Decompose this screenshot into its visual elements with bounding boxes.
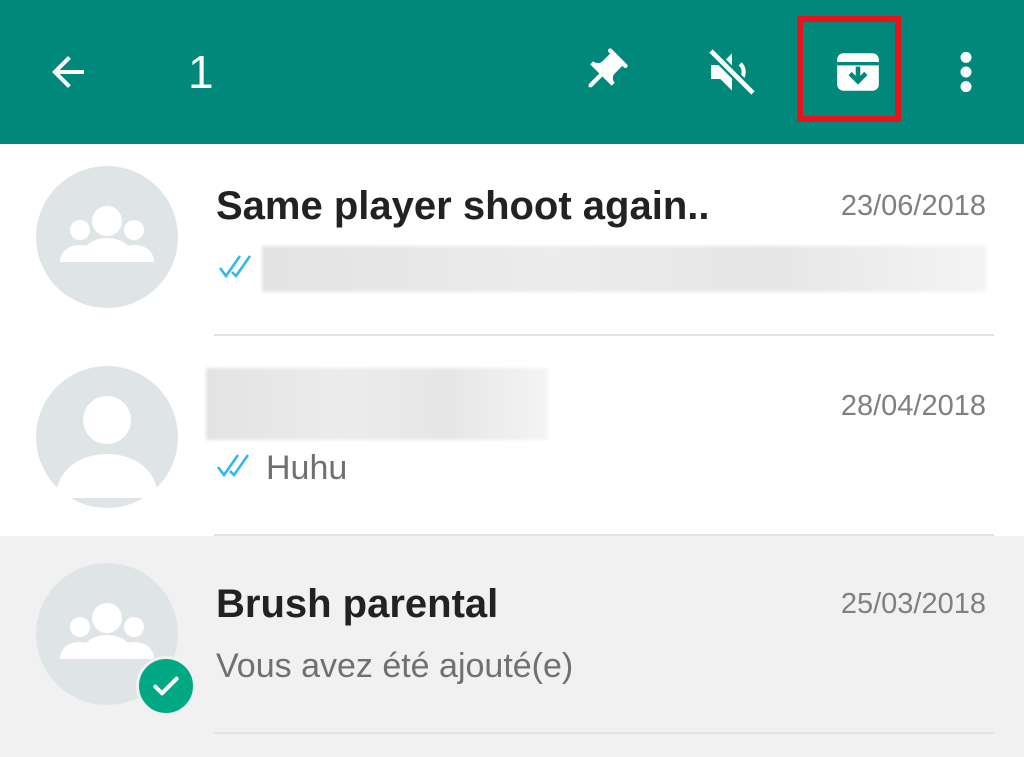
arrow-left-icon [52, 56, 84, 88]
chat-date: 28/04/2018 [840, 390, 986, 422]
more-vertical-icon [960, 51, 972, 93]
selected-count: 1 [188, 46, 214, 98]
selected-check-badge [136, 656, 196, 716]
chat-list-item[interactable]: Same player shoot again.. 23/06/2018 [0, 144, 1024, 344]
archive-button[interactable] [820, 38, 896, 106]
chat-date: 25/03/2018 [840, 588, 986, 620]
back-button[interactable] [30, 38, 106, 106]
double-check-icon [218, 252, 260, 285]
chat-preview-text: Vous avez été ajouté(e) [216, 647, 574, 685]
avatar [36, 366, 178, 508]
avatar [36, 166, 178, 308]
pin-button[interactable] [566, 38, 642, 106]
archive-icon [837, 53, 879, 91]
blurred-preview [262, 246, 986, 292]
row-divider [214, 334, 994, 336]
double-check-icon [216, 448, 258, 488]
chat-preview: Huhu [216, 448, 347, 488]
row-divider [214, 732, 994, 734]
selection-toolbar: 1 [0, 0, 1024, 144]
chat-name: Brush parental [216, 582, 499, 626]
person-icon [56, 396, 158, 498]
chat-name: Same player shoot again.. [216, 184, 710, 228]
blurred-chat-name [206, 368, 548, 440]
check-icon [153, 676, 179, 696]
chat-preview: Vous avez été ajouté(e) [216, 646, 573, 686]
more-options-button[interactable] [936, 38, 996, 106]
chat-list-item[interactable]: 28/04/2018 Huhu [0, 344, 1024, 544]
mute-button[interactable] [694, 38, 770, 106]
chat-list-item-selected[interactable]: Brush parental 25/03/2018 Vous avez été … [0, 536, 1024, 757]
chat-date: 23/06/2018 [840, 190, 986, 222]
pin-icon [588, 48, 628, 88]
chat-preview-text: Huhu [266, 449, 348, 487]
group-icon [60, 206, 154, 262]
speaker-muted-icon [707, 47, 757, 97]
